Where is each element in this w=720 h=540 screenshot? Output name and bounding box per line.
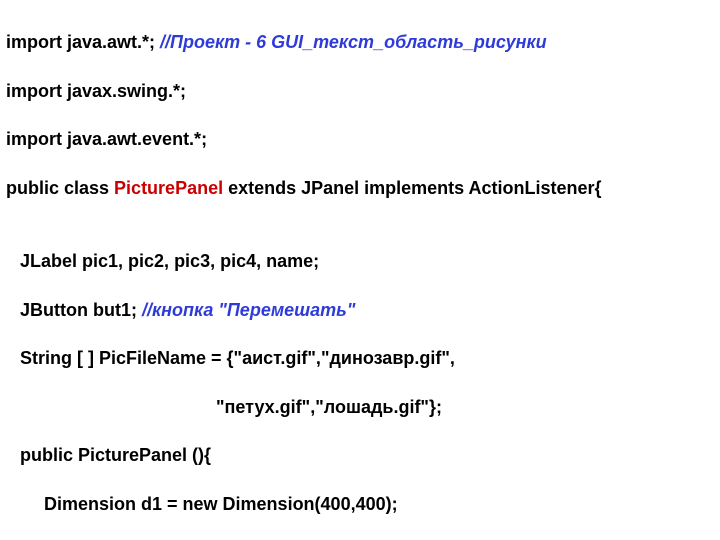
code-line: import javax.swing.*; xyxy=(6,79,714,103)
code-line: String [ ] PicFileName = {"аист.gif","ди… xyxy=(6,346,714,370)
text: extends JPanel implements ActionListener… xyxy=(223,178,601,198)
code-line: JButton but1; //кнопка "Перемешать" xyxy=(6,298,714,322)
code-line: "петух.gif","лошадь.gif"}; xyxy=(6,395,714,419)
text: import java.awt.*; xyxy=(6,32,160,52)
comment: //кнопка "Перемешать" xyxy=(142,300,355,320)
text: public class xyxy=(6,178,114,198)
code-line: Dimension d1 = new Dimension(400,400); xyxy=(6,492,714,516)
code-block: import java.awt.*; //Проект - 6 GUI_текс… xyxy=(0,0,720,540)
code-line: public class PicturePanel extends JPanel… xyxy=(6,176,714,200)
text: JButton but1; xyxy=(20,300,142,320)
class-name: PicturePanel xyxy=(114,178,223,198)
code-line: JLabel pic1, pic2, pic3, pic4, name; xyxy=(6,249,714,273)
code-line: import java.awt.*; //Проект - 6 GUI_текс… xyxy=(6,30,714,54)
code-line: public PicturePanel (){ xyxy=(6,443,714,467)
code-line: import java.awt.event.*; xyxy=(6,127,714,151)
comment: //Проект - 6 GUI_текст_область_рисунки xyxy=(160,32,547,52)
